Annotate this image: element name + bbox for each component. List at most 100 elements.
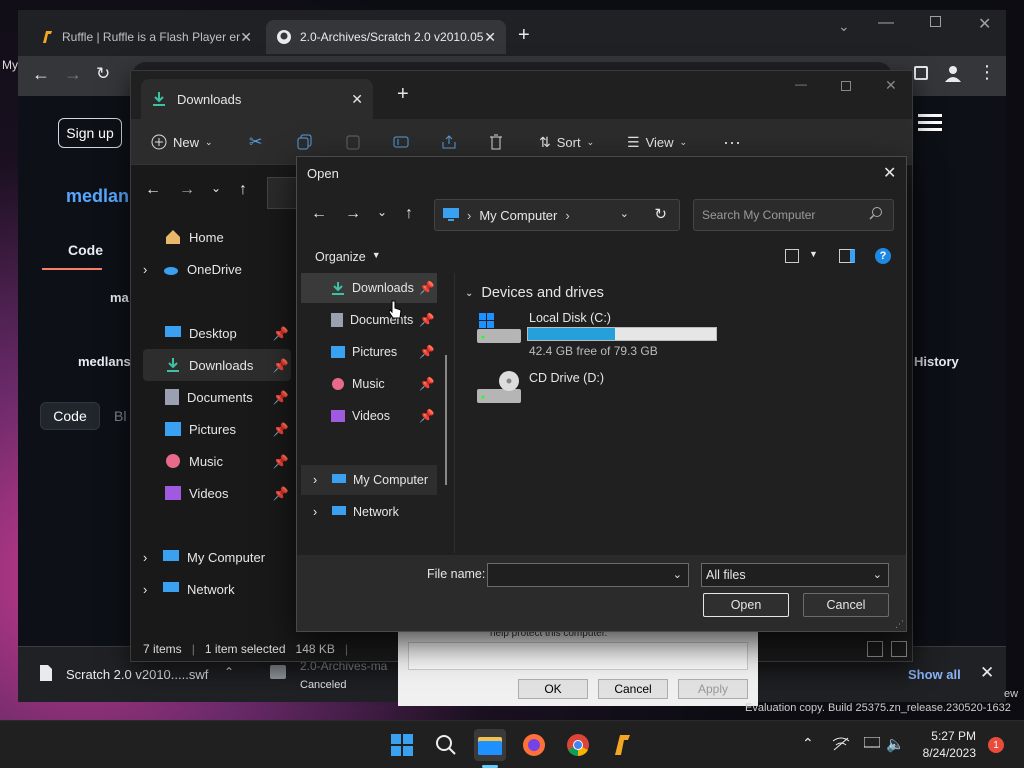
recent-dropdown[interactable]: ⌄ (377, 205, 387, 219)
details-view-icon[interactable] (867, 641, 883, 657)
code-view-button[interactable]: Code (40, 402, 100, 430)
show-all-link[interactable]: Show all (908, 667, 961, 682)
new-tab-button[interactable]: + (518, 24, 530, 47)
rename-icon[interactable] (393, 129, 409, 155)
chevron-up-icon[interactable]: ⌃ (224, 665, 234, 679)
back-button[interactable]: ← (145, 181, 161, 199)
address-dropdown-icon[interactable]: ⌄ (620, 207, 629, 220)
browser-tab-github[interactable]: 2.0-Archives/Scratch 2.0 v2010.05 ✕ (266, 20, 506, 54)
nav-home[interactable]: Home (143, 221, 291, 253)
cancel-button[interactable]: Cancel (598, 679, 668, 699)
nav-pictures[interactable]: Pictures 📌 (143, 413, 291, 445)
pin-icon[interactable]: 📌 (419, 409, 435, 424)
chevron-down-icon[interactable]: ⌄ (873, 568, 882, 581)
tree-downloads[interactable]: Downloads 📌 (301, 273, 437, 303)
clock-date[interactable]: 8/24/2023 (920, 746, 976, 760)
hamburger-icon[interactable] (918, 114, 942, 117)
pin-icon[interactable]: 📌 (273, 486, 289, 502)
resize-grip-icon[interactable]: ⋰ (895, 619, 904, 630)
close-button[interactable]: ✕ (885, 77, 897, 94)
tree-pictures[interactable]: Pictures 📌 (301, 337, 437, 367)
recent-dropdown[interactable]: ⌄ (211, 181, 221, 195)
sidepanel-icon[interactable] (914, 66, 928, 80)
network-disconnected-icon[interactable] (832, 737, 850, 751)
organize-button[interactable]: Organize ▼ (315, 250, 381, 264)
nav-music[interactable]: Music 📌 (143, 445, 291, 477)
chevron-up-icon[interactable]: ⌃ (802, 735, 814, 752)
pin-icon[interactable]: 📌 (273, 454, 289, 470)
cut-icon[interactable]: ✂ (249, 129, 262, 155)
dialog-address-bar[interactable]: › My Computer › ⌄ ↻ (434, 199, 680, 231)
copy-icon[interactable] (297, 129, 313, 155)
tiles-view-icon[interactable] (891, 641, 907, 657)
tree-network[interactable]: › Network (301, 497, 437, 527)
tree-my-computer[interactable]: › My Computer (301, 465, 437, 495)
drive-item-c[interactable]: Local Disk (C:) 42.4 GB free of 79.3 GB (477, 309, 717, 358)
nav-desktop[interactable]: Desktop 📌 (143, 317, 291, 349)
view-options-icon[interactable] (785, 249, 799, 263)
close-downloads-icon[interactable]: ✕ (980, 663, 994, 683)
ok-button[interactable]: OK (518, 679, 588, 699)
sign-up-button[interactable]: Sign up (58, 118, 122, 148)
up-button[interactable]: ↑ (405, 205, 413, 223)
scrollbar-thumb[interactable] (445, 355, 447, 485)
tab-close-icon[interactable]: ✕ (240, 29, 252, 46)
help-icon[interactable]: ? (875, 248, 891, 264)
section-header[interactable]: ⌄ Devices and drives (465, 285, 604, 301)
display-icon[interactable] (864, 737, 880, 751)
maximize-button[interactable] (841, 81, 851, 91)
nav-downloads[interactable]: Downloads 📌 (143, 349, 291, 381)
maximize-button[interactable] (930, 16, 941, 27)
paste-icon[interactable] (345, 129, 361, 155)
close-button[interactable]: ✕ (883, 163, 896, 183)
pin-icon[interactable]: 📌 (273, 358, 289, 374)
chevron-right-icon[interactable]: › (313, 473, 325, 487)
forward-button[interactable]: → (179, 181, 195, 199)
menu-icon[interactable]: ⋮ (978, 62, 996, 83)
nav-documents[interactable]: Documents 📌 (143, 381, 291, 413)
commit-user[interactable]: medlans (78, 354, 131, 369)
back-button[interactable]: ← (32, 64, 50, 85)
volume-icon[interactable]: 🔈 (886, 735, 905, 753)
search-button[interactable] (430, 729, 462, 761)
tree-documents[interactable]: Documents 📌 (301, 305, 437, 335)
more-options-icon[interactable]: ··· (723, 129, 741, 155)
chevron-right-icon[interactable]: › (143, 550, 155, 565)
code-tab[interactable]: Code (68, 242, 103, 258)
pin-icon[interactable]: 📌 (419, 377, 435, 392)
drive-item-d[interactable]: CD Drive (D:) (477, 369, 717, 409)
open-button[interactable]: Open (703, 593, 789, 617)
apply-button[interactable]: Apply (678, 679, 748, 699)
delete-icon[interactable] (489, 129, 503, 155)
chevron-down-icon[interactable]: ⌄ (673, 568, 682, 581)
blame-button[interactable]: Bl (114, 408, 126, 424)
new-button[interactable]: New ⌄ (151, 129, 213, 155)
taskbar-chrome[interactable] (562, 729, 594, 761)
pin-icon[interactable]: 📌 (273, 422, 289, 438)
tab-close-icon[interactable]: ✕ (484, 29, 496, 46)
minimize-button[interactable]: — (878, 14, 894, 32)
history-link[interactable]: History (914, 354, 959, 369)
start-button[interactable] (386, 729, 418, 761)
forward-button[interactable]: → (64, 64, 82, 85)
chevron-right-icon[interactable]: › (313, 505, 325, 519)
taskbar-firefox[interactable] (518, 729, 550, 761)
reload-button[interactable]: ↻ (96, 64, 110, 84)
close-button[interactable]: ✕ (978, 14, 991, 34)
up-button[interactable]: ↑ (239, 181, 247, 199)
nav-network[interactable]: › Network (143, 573, 291, 605)
pin-icon[interactable]: 📌 (273, 326, 289, 342)
pin-icon[interactable]: 📌 (419, 345, 435, 360)
search-input[interactable]: Search My Computer (693, 199, 894, 231)
forward-button[interactable]: → (345, 205, 361, 223)
tab-close-icon[interactable]: ✕ (351, 91, 363, 108)
tree-videos[interactable]: Videos 📌 (301, 401, 437, 431)
browser-tab-ruffle[interactable]: Ruffle | Ruffle is a Flash Player em ✕ (30, 20, 262, 54)
share-icon[interactable] (441, 129, 457, 155)
preview-pane-icon[interactable] (839, 249, 855, 263)
pin-icon[interactable]: 📌 (273, 390, 289, 406)
download-filename[interactable]: Scratch 2.0 v2010.....swf (66, 667, 208, 682)
filename-input[interactable]: ⌄ (487, 563, 689, 587)
nav-onedrive[interactable]: › OneDrive (143, 253, 291, 285)
refresh-icon[interactable]: ↻ (654, 205, 667, 223)
